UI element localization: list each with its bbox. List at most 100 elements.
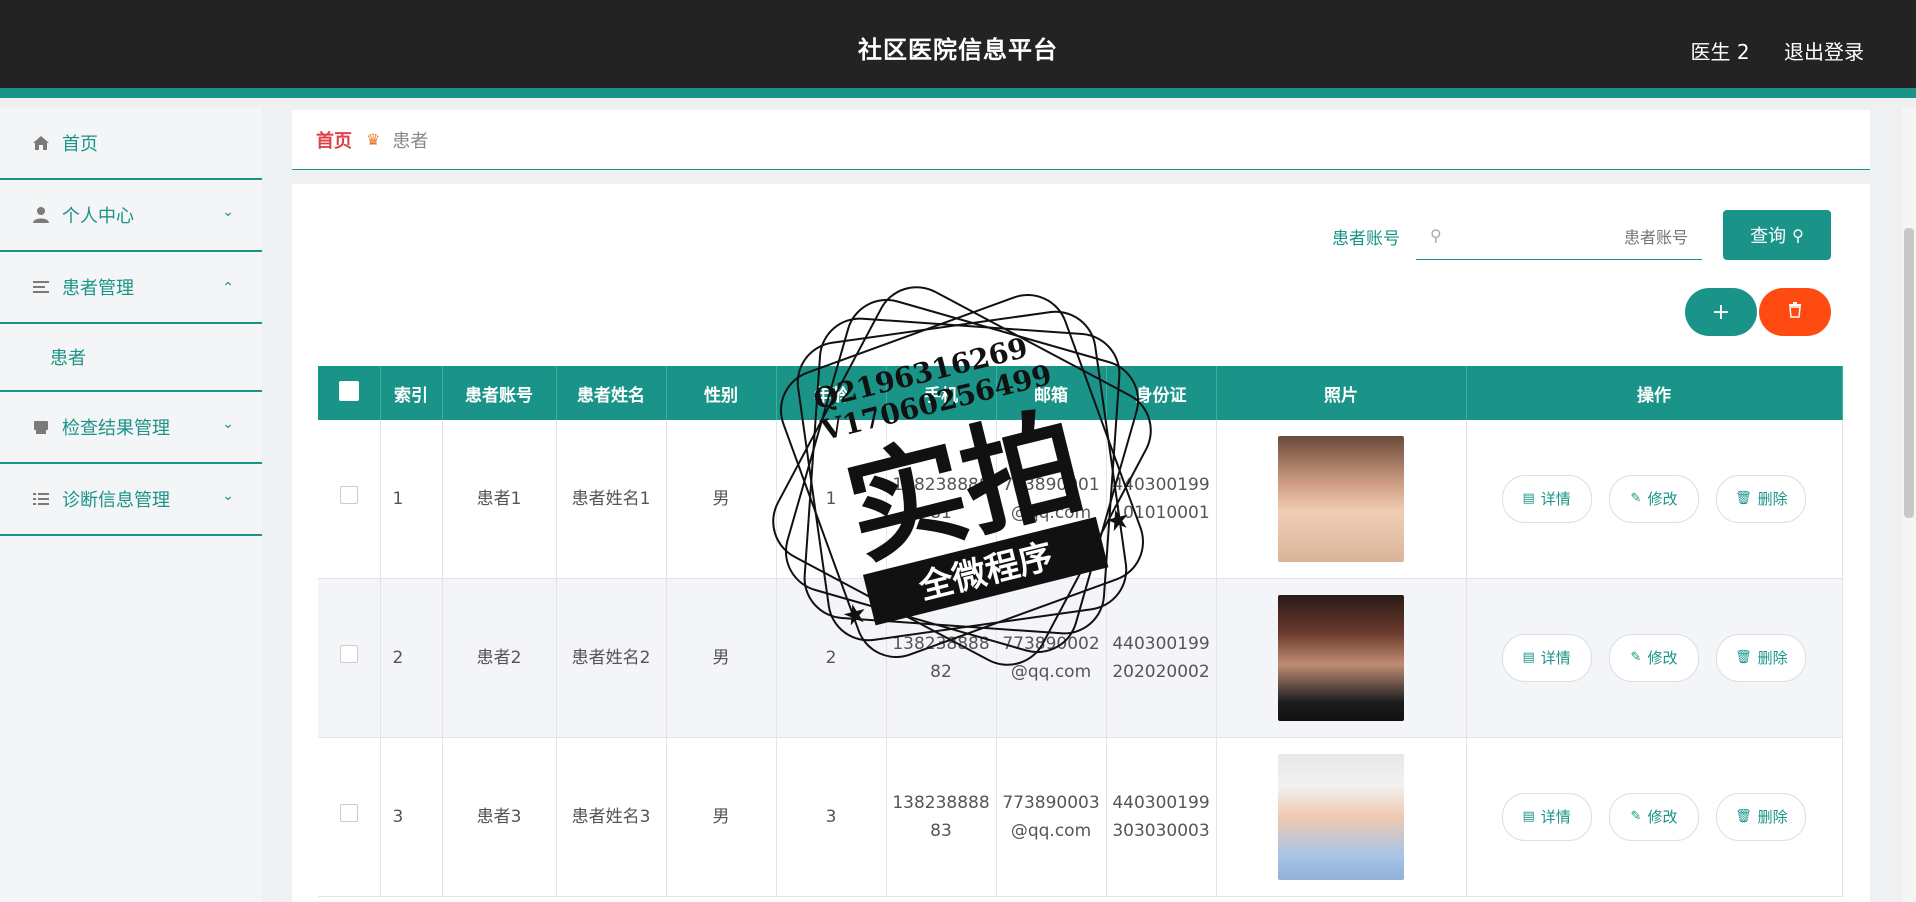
table-row: 2 患者2 患者姓名2 男 2 13823888882 773890002@qq… bbox=[318, 578, 1843, 738]
cell-email: 773890003@qq.com bbox=[996, 737, 1107, 897]
select-all-checkbox[interactable] bbox=[338, 380, 359, 401]
trash-icon: 🗑 bbox=[1735, 491, 1752, 506]
cell-account: 患者2 bbox=[442, 578, 557, 738]
patient-list-card: 患者账号 ⚲ 查询 ⚲ + 索引 患者账号 患者姓名 bbox=[292, 184, 1870, 902]
column-header: 邮箱 bbox=[996, 366, 1107, 420]
breadcrumb-home[interactable]: 首页 bbox=[316, 127, 352, 153]
sidebar-item-label: 检查结果管理 bbox=[62, 418, 170, 439]
patient-photo[interactable] bbox=[1278, 754, 1404, 880]
app-title: 社区医院信息平台 bbox=[858, 36, 1058, 64]
cell-photo bbox=[1216, 737, 1467, 897]
trash-icon: 🗑 bbox=[1735, 650, 1752, 665]
top-bar: 社区医院信息平台 医生 2 退出登录 bbox=[0, 0, 1916, 98]
table-row: 1 患者1 患者姓名1 男 1 13823888881 773890001@qq… bbox=[318, 420, 1843, 579]
detail-label: 详情 bbox=[1540, 490, 1571, 508]
trash-icon: 🗑 bbox=[1735, 809, 1752, 824]
query-button[interactable]: 查询 ⚲ bbox=[1723, 210, 1831, 260]
cell-idcard: 440300199303030003 bbox=[1106, 737, 1217, 897]
sidebar-item-patient-management[interactable]: 患者管理 ⌃ bbox=[0, 252, 262, 324]
sidebar-item-home[interactable]: 首页 bbox=[0, 108, 262, 180]
cell-email: 773890001@qq.com bbox=[996, 420, 1107, 579]
search-label: 患者账号 bbox=[1332, 229, 1400, 249]
row-checkbox[interactable] bbox=[339, 486, 358, 504]
cell-name: 患者姓名3 bbox=[556, 737, 667, 897]
cell-index: 2 bbox=[380, 578, 443, 738]
scrollbar-thumb[interactable] bbox=[1904, 228, 1914, 518]
delete-button[interactable]: 🗑 删除 bbox=[1716, 793, 1807, 841]
sidebar-item-personal-center[interactable]: 个人中心 ⌄ bbox=[0, 180, 262, 252]
add-button[interactable]: + bbox=[1685, 288, 1757, 336]
search-input[interactable] bbox=[1456, 222, 1690, 252]
delete-label: 删除 bbox=[1757, 808, 1788, 826]
cell-phone: 13823888883 bbox=[886, 737, 997, 897]
search-icon: ⚲ bbox=[1792, 225, 1804, 245]
cell-actions: ▤ 详情 ✎ 修改 🗑 删除 bbox=[1466, 578, 1843, 738]
trash-icon bbox=[1788, 302, 1802, 322]
printer-icon bbox=[30, 416, 52, 438]
column-header: 患者姓名 bbox=[556, 366, 667, 420]
edit-label: 修改 bbox=[1647, 649, 1678, 667]
detail-button[interactable]: ▤ 详情 bbox=[1501, 634, 1592, 682]
cell-email: 773890002@qq.com bbox=[996, 578, 1107, 738]
document-icon: ▤ bbox=[1522, 809, 1535, 824]
page-scrollbar[interactable] bbox=[1902, 108, 1916, 902]
delete-button[interactable]: 🗑 删除 bbox=[1716, 475, 1807, 523]
cell-account: 患者3 bbox=[442, 737, 557, 897]
column-header: 身份证 bbox=[1106, 366, 1217, 420]
column-header: 年龄 bbox=[776, 366, 887, 420]
list-icon bbox=[30, 276, 52, 298]
patient-photo[interactable] bbox=[1278, 595, 1404, 721]
breadcrumb: 首页 ♛ 患者 bbox=[292, 110, 1870, 170]
cell-actions: ▤ 详情 ✎ 修改 🗑 删除 bbox=[1466, 420, 1843, 579]
user-name[interactable]: 医生 2 bbox=[1691, 40, 1750, 64]
user-icon bbox=[30, 204, 52, 226]
cell-gender: 男 bbox=[666, 737, 777, 897]
query-button-label: 查询 bbox=[1750, 226, 1787, 247]
column-header: 操作 bbox=[1466, 366, 1843, 420]
sidebar-subitem-patient[interactable]: 患者 bbox=[0, 324, 262, 392]
header-accent-bar bbox=[0, 88, 1916, 98]
sidebar-item-exam-results[interactable]: 检查结果管理 ⌄ bbox=[0, 392, 262, 464]
delete-button[interactable]: 🗑 删除 bbox=[1716, 634, 1807, 682]
delete-label: 删除 bbox=[1757, 649, 1788, 667]
user-area: 医生 2 退出登录 bbox=[1663, 36, 1864, 65]
cell-photo bbox=[1216, 578, 1467, 738]
detail-label: 详情 bbox=[1540, 808, 1571, 826]
column-header: 患者账号 bbox=[442, 366, 557, 420]
edit-button[interactable]: ✎ 修改 bbox=[1609, 793, 1699, 841]
row-checkbox[interactable] bbox=[339, 645, 358, 663]
cell-age: 3 bbox=[776, 737, 887, 897]
column-header: 索引 bbox=[380, 366, 443, 420]
cell-age: 2 bbox=[776, 578, 887, 738]
column-header: 手机 bbox=[886, 366, 997, 420]
edit-label: 修改 bbox=[1647, 490, 1678, 508]
header-select-all[interactable] bbox=[318, 366, 381, 420]
pencil-icon: ✎ bbox=[1630, 491, 1642, 506]
chevron-up-icon: ⌃ bbox=[222, 280, 234, 296]
sidebar-item-diagnosis-info[interactable]: 诊断信息管理 ⌄ bbox=[0, 464, 262, 536]
logout-link[interactable]: 退出登录 bbox=[1784, 40, 1864, 64]
detail-button[interactable]: ▤ 详情 bbox=[1501, 475, 1592, 523]
cell-phone: 13823888882 bbox=[886, 578, 997, 738]
edit-button[interactable]: ✎ 修改 bbox=[1609, 475, 1699, 523]
row-checkbox[interactable] bbox=[339, 804, 358, 822]
chevron-down-icon: ⌄ bbox=[222, 416, 234, 432]
table-header-row: 索引 患者账号 患者姓名 性别 年龄 手机 邮箱 身份证 照片 操作 bbox=[318, 366, 1843, 420]
pencil-icon: ✎ bbox=[1630, 650, 1642, 665]
detail-button[interactable]: ▤ 详情 bbox=[1501, 793, 1592, 841]
chevron-down-icon: ⌄ bbox=[222, 204, 234, 220]
sidebar-item-label: 首页 bbox=[62, 134, 98, 155]
sidebar-item-label: 个人中心 bbox=[62, 206, 134, 227]
edit-button[interactable]: ✎ 修改 bbox=[1609, 634, 1699, 682]
column-header: 性别 bbox=[666, 366, 777, 420]
detail-label: 详情 bbox=[1540, 649, 1571, 667]
search-icon: ⚲ bbox=[1430, 226, 1442, 245]
batch-delete-button[interactable] bbox=[1759, 288, 1831, 336]
cell-photo bbox=[1216, 420, 1467, 579]
sidebar: 首页 个人中心 ⌄ 患者管理 ⌃ 患者 检查结果管理 ⌄ 诊断信息管理 ⌄ bbox=[0, 108, 262, 902]
column-header: 照片 bbox=[1216, 366, 1467, 420]
document-icon: ▤ bbox=[1522, 491, 1535, 506]
patient-photo[interactable] bbox=[1278, 436, 1404, 562]
cell-gender: 男 bbox=[666, 420, 777, 579]
cell-age: 1 bbox=[776, 420, 887, 579]
